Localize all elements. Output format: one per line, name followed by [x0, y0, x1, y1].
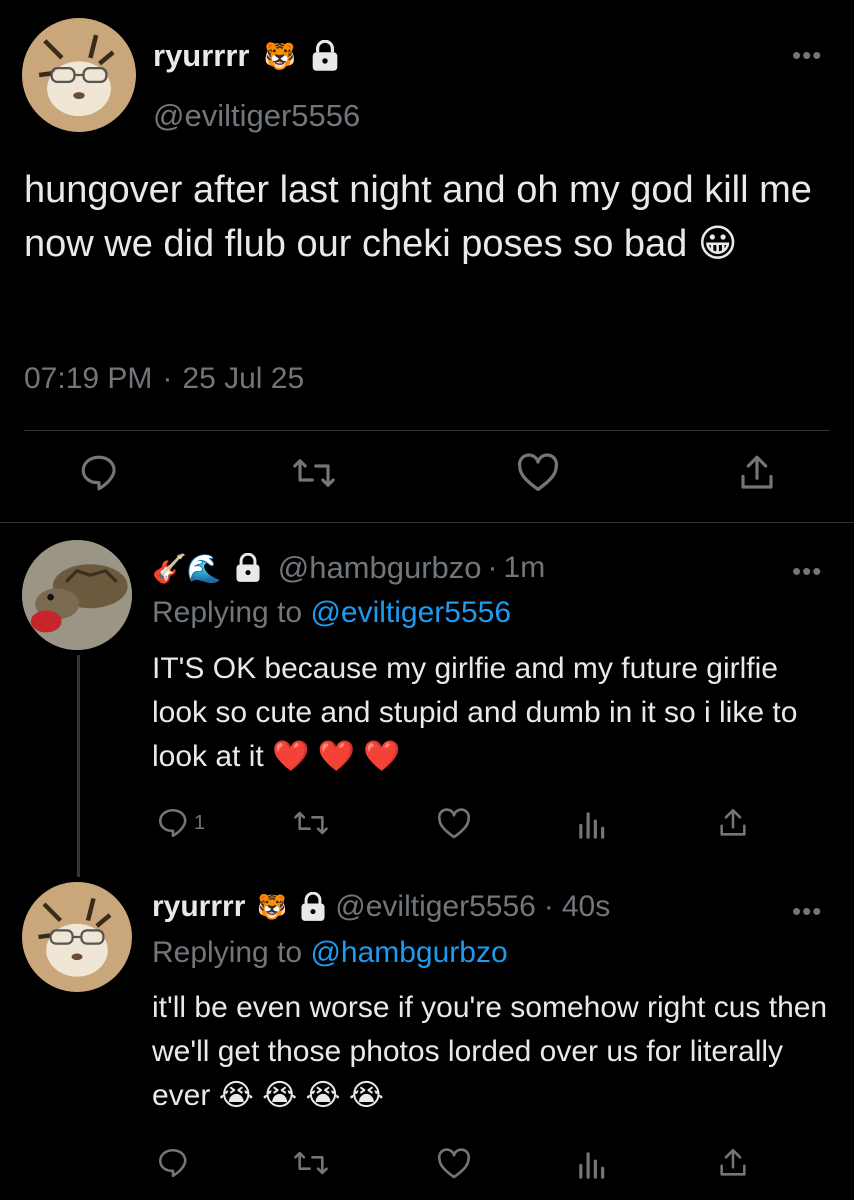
tweet-date[interactable]: 25 Jul 25	[182, 362, 304, 396]
lock-icon	[234, 553, 262, 583]
analytics-icon[interactable]	[576, 808, 606, 840]
replying-to-label: Replying to	[152, 936, 303, 969]
retweet-icon[interactable]	[290, 452, 338, 494]
avatar[interactable]	[22, 540, 132, 650]
retweet-icon[interactable]	[292, 806, 330, 840]
reply-icon[interactable]	[78, 452, 120, 494]
more-icon[interactable]: •••	[792, 896, 822, 927]
display-name-emojis[interactable]: 🎸🌊	[152, 552, 222, 585]
replying-to-label: Replying to	[152, 596, 303, 629]
more-icon[interactable]: •••	[792, 40, 822, 71]
reply-button[interactable]: 1	[156, 806, 205, 840]
separator: ·	[487, 551, 498, 584]
analytics-icon[interactable]	[576, 1148, 606, 1180]
avatar[interactable]	[22, 18, 136, 132]
lock-icon	[299, 892, 327, 922]
reply-time[interactable]: 40s	[562, 890, 610, 924]
reply-count: 1	[194, 811, 206, 834]
share-icon[interactable]	[716, 1146, 750, 1180]
reply-icon[interactable]	[156, 806, 190, 840]
lock-icon	[310, 40, 340, 72]
more-icon[interactable]: •••	[792, 556, 822, 587]
reply-text: IT'S OK because my girlfie and my future…	[152, 652, 798, 773]
handle[interactable]: @eviltiger5556	[335, 890, 536, 924]
separator: ·	[162, 362, 173, 395]
separator: ·	[543, 890, 554, 923]
display-name[interactable]: ryurrrr	[153, 38, 250, 74]
tiger-emoji: 🐯	[257, 893, 288, 921]
handle[interactable]: @hambgurbzo	[278, 550, 482, 586]
replying-to-handle[interactable]: @hambgurbzo	[310, 936, 507, 969]
like-icon[interactable]	[436, 1148, 472, 1180]
reply-text: it'll be even worse if you're somehow ri…	[152, 991, 828, 1112]
tweet-text: hungover after last night and oh my god …	[24, 169, 812, 265]
retweet-icon[interactable]	[292, 1146, 330, 1180]
reply-icon[interactable]	[156, 1146, 190, 1180]
like-icon[interactable]	[436, 808, 472, 840]
divider	[0, 522, 854, 523]
divider	[24, 430, 830, 431]
handle[interactable]: @eviltiger5556	[153, 98, 360, 134]
thread-line	[77, 655, 80, 877]
tiger-emoji: 🐯	[263, 40, 296, 71]
avatar[interactable]	[22, 882, 132, 992]
share-icon[interactable]	[736, 452, 778, 494]
replying-to-handle[interactable]: @eviltiger5556	[310, 596, 511, 629]
like-icon[interactable]	[516, 453, 560, 493]
reply-time[interactable]: 1m	[504, 551, 546, 585]
share-icon[interactable]	[716, 806, 750, 840]
tweet-time[interactable]: 07:19 PM	[24, 362, 152, 396]
display-name[interactable]: ryurrrr	[152, 890, 245, 924]
